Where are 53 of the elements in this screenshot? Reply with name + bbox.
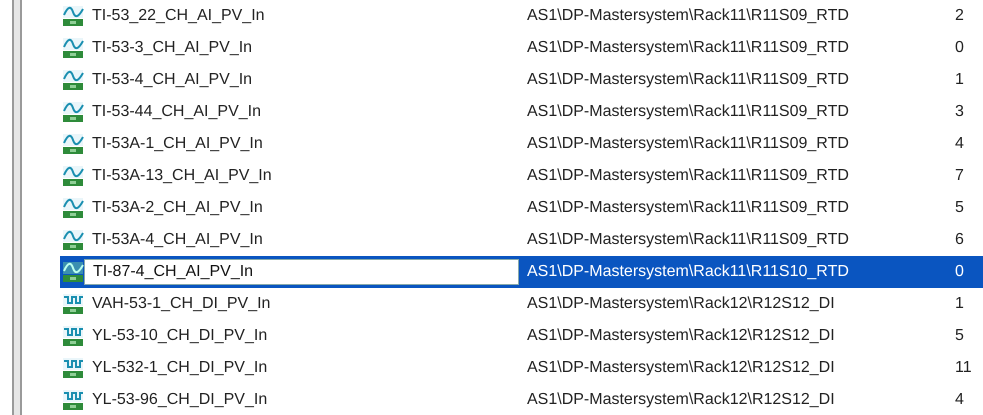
address-path: AS1\DP-Mastersystem\Rack11\R11S09_RTD (527, 199, 850, 217)
sine-wave-input-icon (62, 229, 84, 251)
address-path: AS1\DP-Mastersystem\Rack11\R11S10_RTD (527, 263, 850, 281)
address-path: AS1\DP-Mastersystem\Rack11\R11S09_RTD (527, 167, 850, 185)
square-wave-input-icon (62, 389, 84, 411)
sine-wave-input-icon (62, 261, 84, 283)
tag-name: YL-532-1_CH_DI_PV_In (92, 359, 268, 377)
name-edit-field[interactable]: TI-87-4_CH_AI_PV_In (84, 259, 519, 285)
address-path: AS1\DP-Mastersystem\Rack12\R12S12_DI (527, 359, 836, 377)
address-path: AS1\DP-Mastersystem\Rack11\R11S09_RTD (527, 7, 850, 25)
address-path: AS1\DP-Mastersystem\Rack11\R11S09_RTD (527, 103, 850, 121)
channel-number: 0 (955, 263, 964, 281)
address-path: AS1\DP-Mastersystem\Rack12\R12S12_DI (527, 391, 836, 409)
sine-wave-input-icon (62, 101, 84, 123)
sine-wave-input-icon (62, 197, 84, 219)
sine-wave-input-icon (62, 37, 84, 59)
address-path: AS1\DP-Mastersystem\Rack12\R12S12_DI (527, 327, 836, 345)
address-path: AS1\DP-Mastersystem\Rack11\R11S09_RTD (527, 231, 850, 249)
channel-number: 2 (955, 7, 964, 25)
channel-number: 1 (955, 71, 964, 89)
tag-name: TI-53-3_CH_AI_PV_In (92, 39, 254, 57)
tag-name: TI-53-4_CH_AI_PV_In (92, 71, 254, 89)
channel-number: 4 (955, 391, 964, 409)
address-path: AS1\DP-Mastersystem\Rack12\R12S12_DI (527, 295, 836, 313)
square-wave-input-icon (62, 357, 84, 379)
channel-number: 6 (955, 231, 964, 249)
tag-name: TI-53A-13_CH_AI_PV_In (92, 167, 273, 185)
tag-name: TI-53-44_CH_AI_PV_In (92, 103, 262, 121)
channel-number: 1 (955, 295, 964, 313)
square-wave-input-icon (62, 293, 84, 315)
sine-wave-input-icon (62, 165, 84, 187)
channel-number: 5 (955, 327, 964, 345)
channel-number: 7 (955, 167, 964, 185)
splitter-bar[interactable] (12, 0, 22, 415)
tag-name: VAH-53-1_CH_DI_PV_In (92, 295, 272, 313)
channel-number: 0 (955, 39, 964, 57)
tag-name: TI-53A-2_CH_AI_PV_In (92, 199, 264, 217)
tag-name: YL-53-96_CH_DI_PV_In (92, 391, 268, 409)
channel-number: 11 (955, 359, 972, 377)
square-wave-input-icon (62, 325, 84, 347)
sine-wave-input-icon (62, 133, 84, 155)
address-path: AS1\DP-Mastersystem\Rack11\R11S09_RTD (527, 135, 850, 153)
tag-name: TI-53A-4_CH_AI_PV_In (92, 231, 264, 249)
channel-number: 5 (955, 199, 964, 217)
address-path: AS1\DP-Mastersystem\Rack11\R11S09_RTD (527, 71, 850, 89)
tag-name: TI-53A-1_CH_AI_PV_In (92, 135, 264, 153)
tag-name: YL-53-10_CH_DI_PV_In (92, 327, 268, 345)
channel-number: 3 (955, 103, 964, 121)
address-path: AS1\DP-Mastersystem\Rack11\R11S09_RTD (527, 39, 850, 57)
sine-wave-input-icon (62, 69, 84, 91)
tag-name: TI-53_22_CH_AI_PV_In (92, 7, 266, 25)
sine-wave-input-icon (62, 5, 84, 27)
channel-number: 4 (955, 135, 964, 153)
